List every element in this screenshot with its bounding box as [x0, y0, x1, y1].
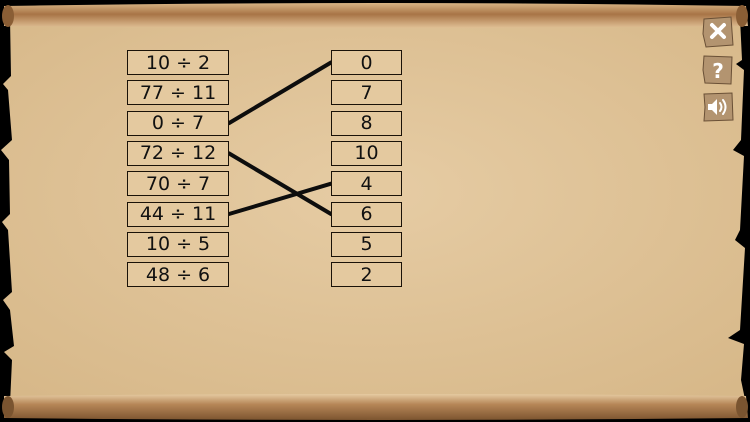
expression-card[interactable]: 10 ÷ 2 [127, 50, 229, 75]
expression-card[interactable]: 0 ÷ 7 [127, 110, 229, 136]
match-line [227, 60, 333, 126]
sound-button[interactable] [702, 91, 734, 123]
expression-card[interactable]: 44 ÷ 11 [127, 201, 229, 227]
answer-card[interactable]: 0 [331, 50, 402, 75]
answer-card[interactable]: 7 [331, 80, 402, 106]
speaker-icon [703, 92, 734, 122]
answer-card[interactable]: 4 [331, 171, 402, 197]
help-icon: ? [702, 55, 733, 85]
match-line [227, 181, 333, 216]
answer-card[interactable]: 5 [331, 231, 402, 257]
expression-card[interactable]: 48 ÷ 6 [127, 262, 229, 288]
close-icon [702, 16, 734, 48]
answer-card[interactable]: 8 [331, 110, 402, 136]
expression-card[interactable]: 10 ÷ 5 [127, 231, 229, 257]
answer-card[interactable]: 6 [331, 201, 402, 227]
expression-card[interactable]: 70 ÷ 7 [127, 171, 229, 197]
match-line [227, 151, 333, 216]
answer-card[interactable]: 10 [331, 140, 402, 166]
close-button[interactable] [702, 16, 734, 48]
answer-card[interactable]: 2 [331, 262, 402, 288]
expression-card[interactable]: 72 ÷ 12 [127, 140, 229, 166]
help-button[interactable]: ? [702, 54, 734, 86]
expression-card[interactable]: 77 ÷ 11 [127, 80, 229, 106]
svg-text:?: ? [712, 59, 724, 83]
